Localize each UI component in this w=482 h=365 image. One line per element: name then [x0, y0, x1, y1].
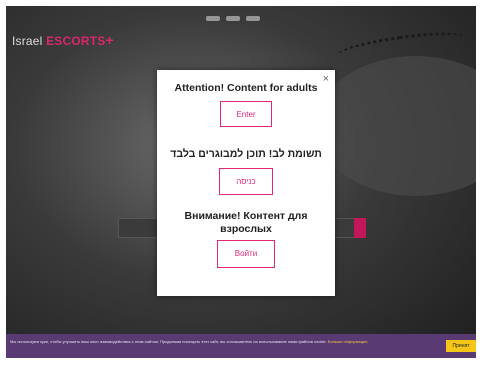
russian-heading: Внимание! Контент для взрослых [184, 210, 308, 235]
modal-section-english: Attention! Content for adults Enter [157, 82, 335, 127]
hebrew-heading: תשומת לב! תוכן למבוגרים בלבד [170, 148, 322, 160]
nav-item[interactable] [206, 16, 220, 21]
nav-item[interactable] [246, 16, 260, 21]
top-navigation [206, 16, 276, 22]
logo-prefix: Israel [12, 34, 43, 48]
nav-item[interactable] [226, 16, 240, 21]
english-heading: Attention! Content for adults [174, 82, 318, 94]
enter-button-hebrew[interactable]: כניסה [219, 168, 273, 195]
age-verification-modal: × Attention! Content for adults Enter תש… [157, 70, 335, 296]
modal-section-russian: Внимание! Контент для взрослых Войти [157, 210, 335, 268]
cookie-text-container: Мы используем куки, чтобы улучшить ваш о… [10, 339, 430, 345]
logo-mark: + [105, 32, 114, 48]
modal-section-hebrew: תשומת לב! תוכן למבוגרים בלבד כניסה [157, 148, 335, 195]
cookie-accept-button[interactable]: Принят [446, 340, 476, 352]
site-logo[interactable]: Israel ESCORTS+ [12, 32, 114, 48]
cookie-text: Мы используем куки, чтобы улучшить ваш о… [10, 339, 327, 344]
background-search-button [354, 218, 366, 238]
cookie-consent-bar: Мы используем куки, чтобы улучшить ваш о… [6, 334, 476, 358]
logo-brand: ESCORTS [46, 34, 106, 48]
enter-button-russian[interactable]: Войти [217, 240, 275, 268]
enter-button-english[interactable]: Enter [220, 101, 272, 127]
cookie-more-link[interactable]: Больше информации [328, 339, 368, 344]
